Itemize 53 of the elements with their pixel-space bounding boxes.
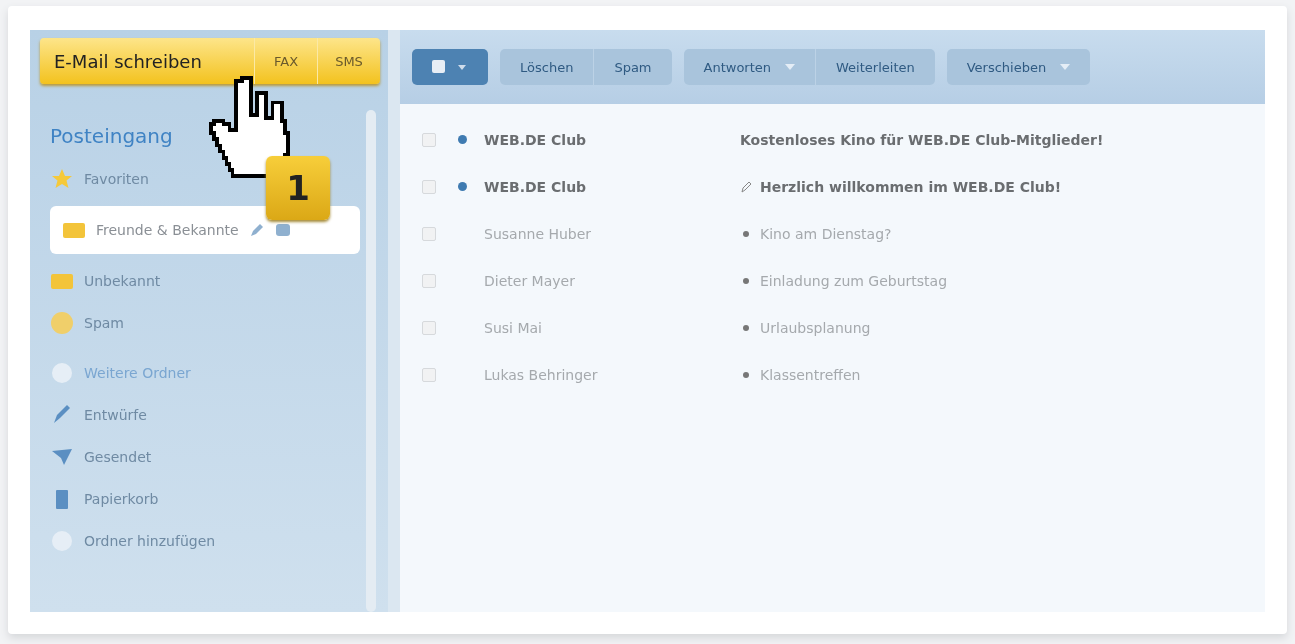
toolbar-button[interactable]: Spam	[593, 49, 672, 85]
folder-label: Weitere Ordner	[84, 365, 191, 381]
compose-button[interactable]: FAX	[254, 38, 317, 84]
folder-item[interactable]: Entwürfe	[38, 394, 147, 436]
folder-label: Ordner hinzufügen	[84, 533, 216, 549]
folder-item[interactable]: Freunde & Bekannte	[50, 206, 360, 254]
scrollbar[interactable]	[366, 110, 376, 612]
folder-label: Freunde & Bekannte	[96, 222, 239, 238]
subject-cell[interactable]: Einladung zum Geburtstag	[760, 272, 948, 289]
folder-item[interactable]: Favoriten	[38, 158, 149, 200]
add-folder-link[interactable]: Ordner hinzufügen	[38, 520, 216, 562]
folder-label: Favoriten	[84, 171, 149, 187]
folder-label: Entwürfe	[84, 407, 147, 423]
folder-label: Papierkorb	[84, 491, 159, 507]
subject-cell[interactable]: Klassentreffen	[760, 366, 861, 383]
folder-label: Spam	[84, 315, 124, 331]
folder-item[interactable]: Gesendet	[38, 436, 152, 478]
subject-cell[interactable]: Kostenloses Kino für WEB.DE Club-Mitglieder!	[740, 131, 1104, 148]
folder-heading[interactable]: Posteingang	[50, 124, 173, 148]
compose-button[interactable]: E-Mail schreiben	[40, 38, 254, 84]
checkbox[interactable]	[422, 367, 436, 382]
checkbox[interactable]	[422, 273, 436, 288]
folder-group[interactable]: Weitere Ordner	[38, 352, 191, 394]
spam-icon	[50, 311, 74, 335]
toolbar-button[interactable]: Verschieben	[946, 49, 1091, 85]
sender-cell-text: Susi Mai	[484, 319, 543, 336]
checkbox[interactable]	[422, 226, 436, 241]
checkbox[interactable]	[422, 320, 436, 335]
pencil-icon	[740, 180, 752, 193]
folder-label: Gesendet	[84, 449, 152, 465]
checkbox[interactable]	[422, 132, 436, 147]
toolbar-button[interactable]: Antworten	[683, 49, 815, 85]
select-all-button[interactable]	[412, 49, 488, 85]
step-badge: 1	[266, 156, 330, 220]
folder-item[interactable]: Unbekannt	[38, 260, 161, 302]
toolbar-button[interactable]: Weiterleiten	[815, 49, 935, 85]
folder-label: Unbekannt	[84, 273, 161, 289]
caret-icon	[1060, 64, 1071, 70]
sender-cell-text: Susanne Huber	[484, 225, 593, 242]
subject-cell[interactable]: Herzlich willkommen im WEB.DE Club!	[760, 178, 1062, 195]
sender-cell-text: WEB.DE Club	[484, 178, 588, 195]
folder-item[interactable]: Papierkorb	[38, 478, 159, 520]
caret-icon	[785, 64, 795, 70]
subject-cell[interactable]: Kino am Dienstag?	[760, 225, 892, 242]
pencil-icon[interactable]	[248, 222, 265, 238]
sender-cell-text: Lukas Behringer	[484, 366, 599, 383]
checkbox[interactable]	[422, 179, 436, 194]
folder-item[interactable]: Spam	[38, 302, 124, 344]
sender-cell-text: Dieter Mayer	[484, 272, 576, 289]
subject-cell[interactable]: Urlaubsplanung	[760, 319, 871, 336]
compose-button[interactable]: SMS	[317, 38, 380, 84]
toolbar-button[interactable]: Löschen	[500, 49, 594, 85]
sender-cell-text: WEB.DE Club	[484, 131, 588, 148]
